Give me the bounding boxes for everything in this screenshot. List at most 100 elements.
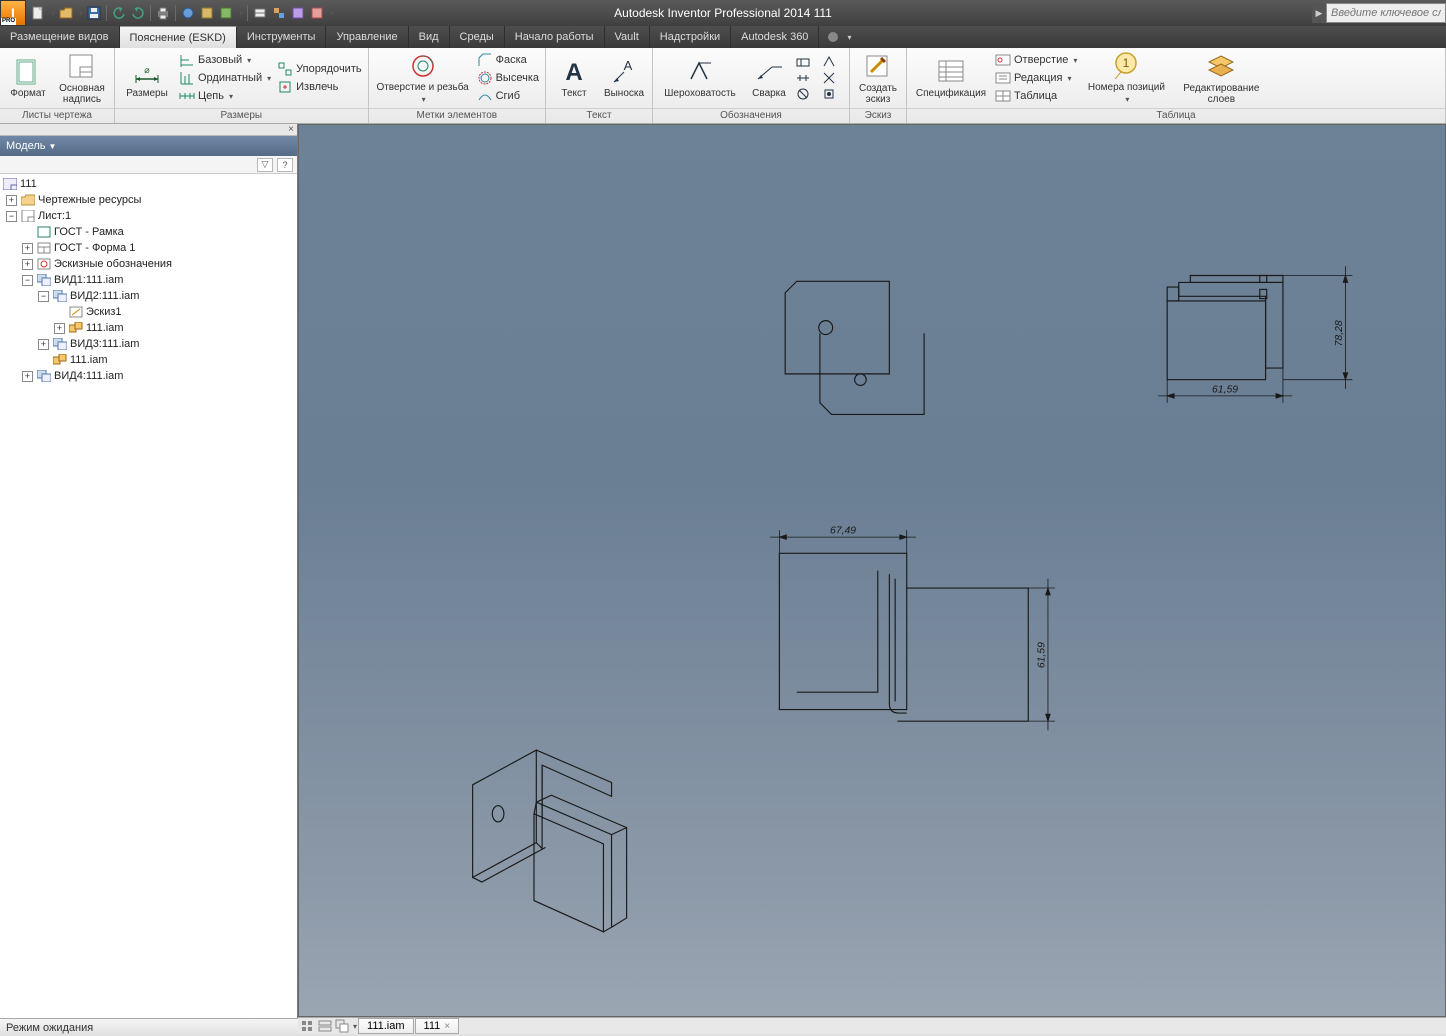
tree-item[interactable]: +ГОСТ - Форма 1	[0, 240, 297, 256]
text-button[interactable]: A Текст	[550, 50, 598, 106]
redo-icon[interactable]	[130, 5, 146, 21]
tree-item[interactable]: −ВИД2:111.iam	[0, 288, 297, 304]
qat-icon-4[interactable]	[252, 5, 268, 21]
collapse-icon[interactable]: −	[38, 291, 49, 302]
appearance-icon[interactable]	[825, 29, 841, 45]
docs-tile-icon[interactable]	[317, 1018, 333, 1034]
svg-text:1: 1	[1123, 56, 1130, 70]
create-sketch-button[interactable]: Создать эскиз	[854, 50, 902, 106]
close-tab-icon[interactable]: ×	[444, 1021, 450, 1032]
symbol-icon-2[interactable]	[795, 70, 811, 86]
doc-tab-active[interactable]: 111×	[415, 1018, 460, 1034]
view-icon	[52, 338, 67, 351]
tree-item[interactable]: +Эскизные обозначения	[0, 256, 297, 272]
ordinate-button[interactable]: Ординатный▾	[177, 69, 273, 87]
hole-table-button[interactable]: Отверстие▾	[993, 51, 1079, 69]
revision-table-button[interactable]: Редакция▾	[993, 69, 1079, 87]
tab-addins[interactable]: Надстройки	[650, 26, 731, 48]
panel-close-icon[interactable]: ×	[0, 124, 297, 136]
symbol-icon-4[interactable]	[821, 54, 837, 70]
qat-icon-1[interactable]	[180, 5, 196, 21]
edit-layers-button[interactable]: Редактирование слоев	[1173, 50, 1269, 106]
qat-icon-6[interactable]	[290, 5, 306, 21]
print-icon[interactable]	[155, 5, 171, 21]
tree-item[interactable]: +ВИД3:111.iam	[0, 336, 297, 352]
tree-item[interactable]: +Чертежные ресурсы	[0, 192, 297, 208]
docs-cascade-icon[interactable]	[334, 1018, 350, 1034]
tab-autodesk360[interactable]: Autodesk 360	[731, 26, 819, 48]
surface-button[interactable]: Шероховатость	[657, 50, 743, 106]
tree-item[interactable]: +ВИД4:111.iam	[0, 368, 297, 384]
open-icon[interactable]	[58, 5, 74, 21]
tree-item[interactable]: 111.iam	[0, 352, 297, 368]
browser-header[interactable]: Модель▼	[0, 136, 297, 156]
tab-manage[interactable]: Управление	[326, 26, 408, 48]
expand-icon[interactable]: +	[22, 243, 33, 254]
tree-item[interactable]: Эскиз1	[0, 304, 297, 320]
new-icon[interactable]	[30, 5, 46, 21]
tree-root[interactable]: 111	[0, 176, 297, 192]
undo-icon[interactable]	[111, 5, 127, 21]
expand-icon[interactable]: +	[38, 339, 49, 350]
arrange-button[interactable]: Упорядочить	[275, 60, 363, 78]
chain-button[interactable]: Цепь▾	[177, 87, 273, 105]
chamfer-button[interactable]: Фаска	[475, 51, 541, 69]
punch-button[interactable]: Высечка	[475, 69, 541, 87]
drawing-canvas[interactable]: 61,59 78,28	[298, 124, 1446, 1017]
bend-button[interactable]: Сгиб	[475, 87, 541, 105]
tab-annotation[interactable]: Пояснение (ESKD)	[120, 26, 237, 48]
expand-icon[interactable]: +	[22, 259, 33, 270]
ribbon-tabs: Размещение видов Пояснение (ESKD) Инстру…	[0, 26, 1446, 48]
docs-list-icon[interactable]	[300, 1018, 316, 1034]
dropdown-icon[interactable]: ▾	[847, 33, 851, 42]
dropdown-icon[interactable]: ▾	[239, 9, 243, 18]
symbol-icon-1[interactable]	[795, 54, 811, 70]
baseline-button[interactable]: Базовый▾	[177, 51, 273, 69]
search-input[interactable]	[1326, 3, 1446, 23]
expand-icon[interactable]: +	[22, 371, 33, 382]
ribbon: Формат Основная надпись Листы чертежа ⌀ …	[0, 48, 1446, 124]
tab-placement[interactable]: Размещение видов	[0, 26, 120, 48]
dropdown-icon[interactable]: ▾	[79, 9, 83, 18]
general-table-button[interactable]: Таблица	[993, 87, 1079, 105]
balloon-button[interactable]: 1 Номера позиций ▾	[1081, 50, 1171, 106]
dropdown-icon[interactable]: ▾	[353, 1022, 357, 1031]
doc-tab[interactable]: 111.iam	[358, 1018, 414, 1034]
app-menu-button[interactable]: I PRO	[0, 0, 26, 26]
tab-getstarted[interactable]: Начало работы	[505, 26, 605, 48]
weld-button[interactable]: Сварка	[745, 50, 793, 106]
tree-item[interactable]: −ВИД1:111.iam	[0, 272, 297, 288]
browser-help-icon[interactable]: ?	[277, 158, 293, 172]
leader-button[interactable]: A Выноска	[600, 50, 648, 106]
collapse-icon[interactable]: −	[6, 211, 17, 222]
qat-icon-3[interactable]	[218, 5, 234, 21]
tab-view[interactable]: Вид	[409, 26, 450, 48]
qat-icon-7[interactable]	[309, 5, 325, 21]
search-toggle-icon[interactable]: ▶	[1312, 3, 1326, 23]
symbol-icon-5[interactable]	[821, 70, 837, 86]
tree-item[interactable]: ГОСТ - Рамка	[0, 224, 297, 240]
hole-thread-button[interactable]: Отверстие и резьба ▾	[373, 50, 473, 106]
browser-filter-icon[interactable]: ▽	[257, 158, 273, 172]
dimension-button[interactable]: ⌀ Размеры	[119, 50, 175, 106]
qat-icon-2[interactable]	[199, 5, 215, 21]
tab-environments[interactable]: Среды	[450, 26, 505, 48]
save-icon[interactable]	[86, 5, 102, 21]
partslist-button[interactable]: Спецификация	[911, 50, 991, 106]
expand-icon[interactable]: +	[54, 323, 65, 334]
dropdown-icon[interactable]: ▾	[51, 9, 55, 18]
tree-item[interactable]: +111.iam	[0, 320, 297, 336]
tab-vault[interactable]: Vault	[605, 26, 650, 48]
expand-icon[interactable]: +	[6, 195, 17, 206]
symbol-icon-3[interactable]	[795, 86, 811, 102]
symbol-icon-6[interactable]	[821, 86, 837, 102]
tree-item[interactable]: −Лист:1	[0, 208, 297, 224]
window-title: Autodesk Inventor Professional 2014 111	[614, 6, 832, 20]
tab-tools[interactable]: Инструменты	[237, 26, 327, 48]
collapse-icon[interactable]: −	[22, 275, 33, 286]
qat-customize-icon[interactable]: ▾	[330, 9, 334, 18]
titleblock-button[interactable]: Основная надпись	[54, 50, 110, 106]
qat-icon-5[interactable]	[271, 5, 287, 21]
format-button[interactable]: Формат	[4, 50, 52, 106]
retrieve-button[interactable]: Извлечь	[275, 78, 363, 96]
